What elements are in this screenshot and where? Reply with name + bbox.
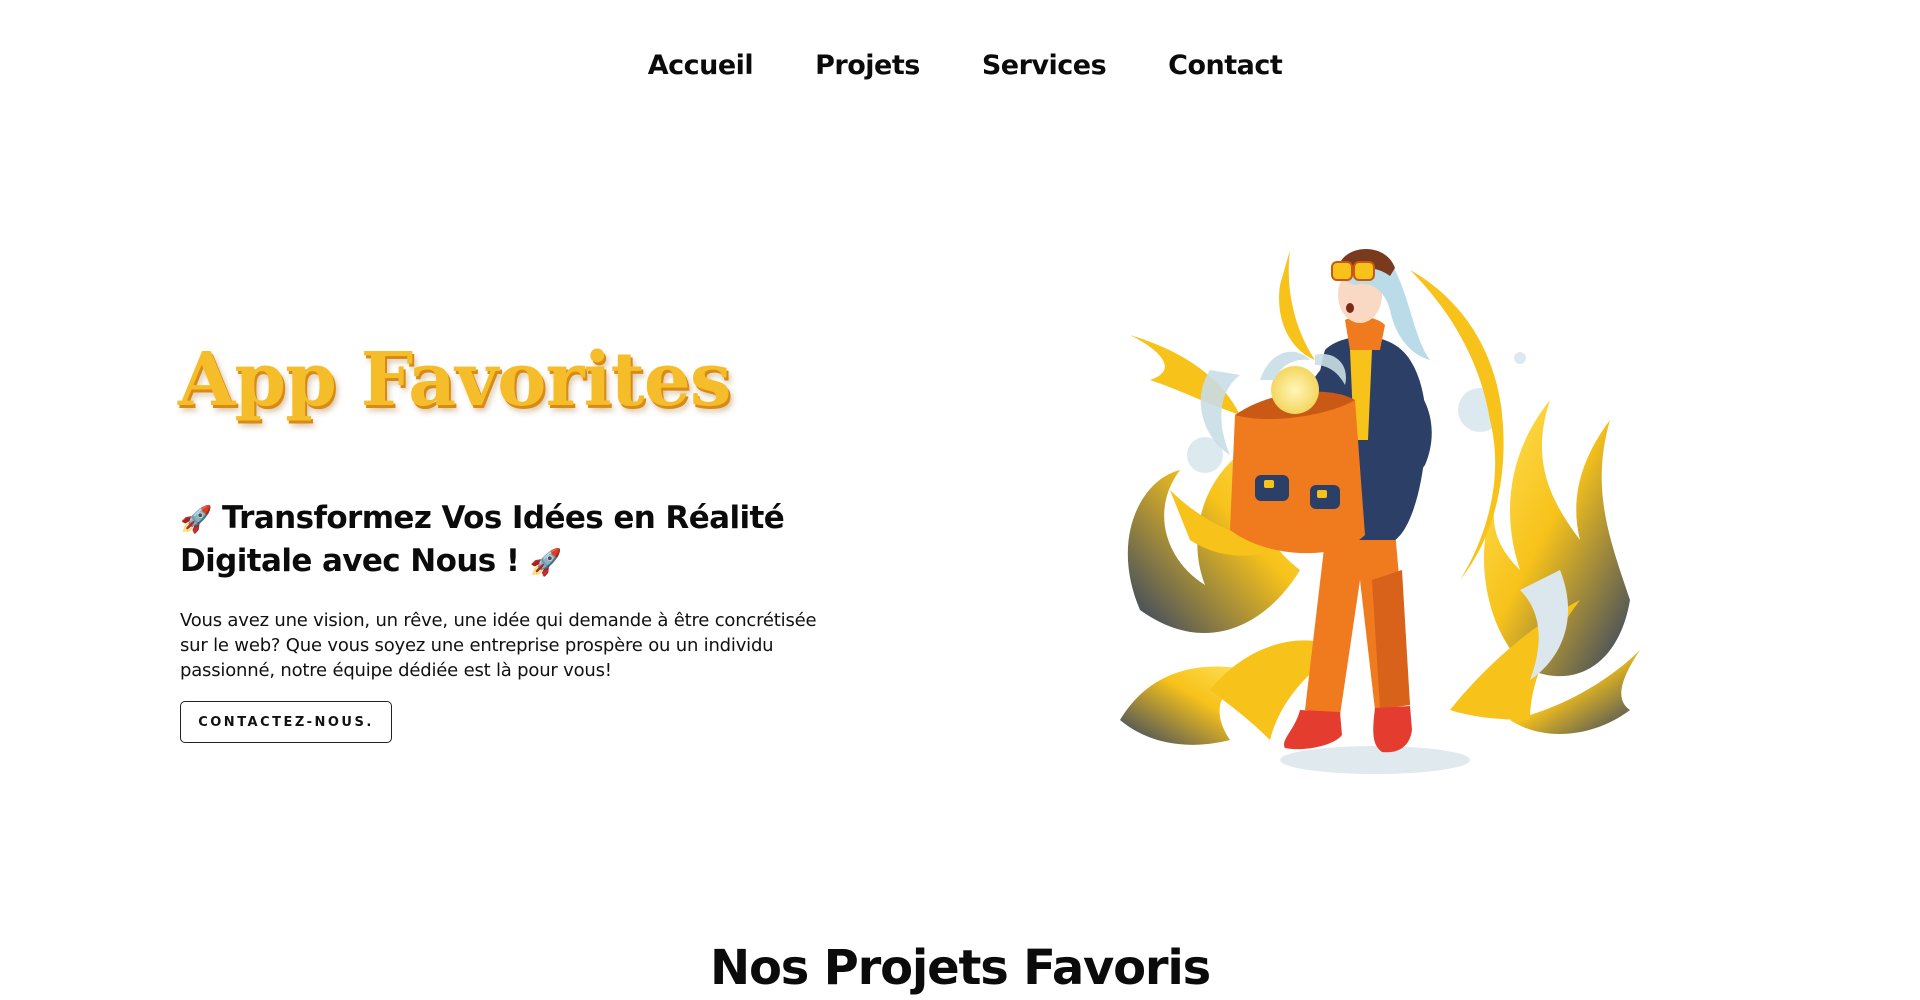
projects-section-title: Nos Projets Favoris <box>709 940 1211 996</box>
person-with-glowing-bag-illustration <box>1110 240 1650 790</box>
nav-link-services[interactable]: Services <box>982 44 1107 88</box>
site-logo[interactable]: App Favorites <box>178 330 840 430</box>
hero-headline: 🚀 Transformez Vos Idées en Réalité Digit… <box>180 498 840 584</box>
nav-menu: Accueil Projets Services Contact <box>648 44 1283 88</box>
contact-button[interactable]: CONTACTEZ-NOUS. <box>180 701 392 743</box>
rocket-icon: 🚀 <box>180 505 212 535</box>
hero-paragraph: Vous avez une vision, un rêve, une idée … <box>180 610 817 681</box>
rocket-icon: 🚀 <box>529 548 562 578</box>
nav-link-accueil[interactable]: Accueil <box>648 44 754 88</box>
hero-headline-text: Transformez Vos Idées en Réalité Digital… <box>180 500 785 579</box>
nav-link-projets[interactable]: Projets <box>815 44 920 88</box>
nav-link-contact[interactable]: Contact <box>1168 44 1283 88</box>
hero-section: App Favorites 🚀 Transformez Vos Idées en… <box>178 330 840 743</box>
main-nav: Accueil Projets Services Contact <box>0 44 1920 88</box>
